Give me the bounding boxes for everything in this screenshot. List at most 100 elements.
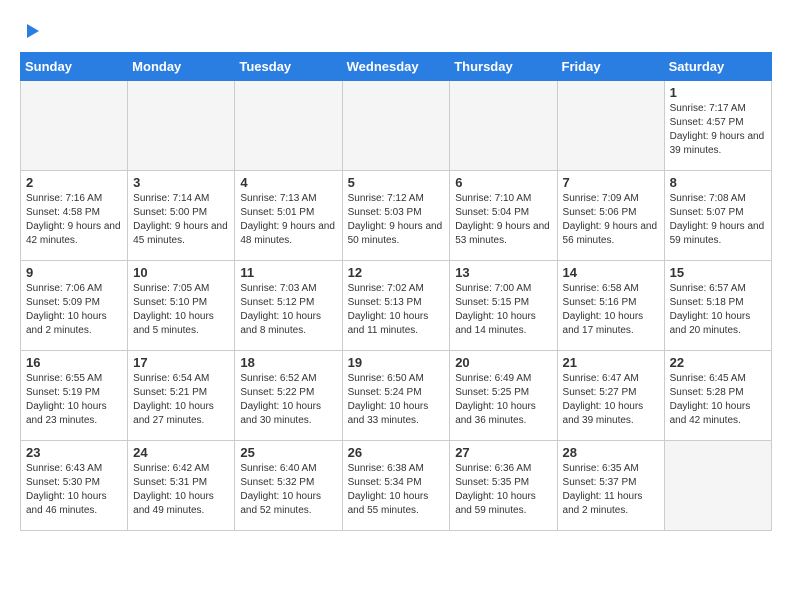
day-info: Sunrise: 7:09 AM Sunset: 5:06 PM Dayligh… [563,192,659,248]
day-number: 3 [133,175,229,190]
calendar-cell: 1Sunrise: 7:17 AM Sunset: 4:57 PM Daylig… [664,81,771,171]
day-info: Sunrise: 7:06 AM Sunset: 5:09 PM Dayligh… [26,282,122,338]
day-number: 20 [455,355,551,370]
calendar-cell: 16 Sunrise: 6:55 AM Sunset: 5:19 PM Dayli… [21,351,128,441]
calendar-cell: 17 Sunrise: 6:54 AM Sunset: 5:21 PM Dayli… [128,351,235,441]
day-number: 26 [348,445,445,460]
day-number: 18 [240,355,336,370]
calendar-cell: 21 Sunrise: 6:47 AM Sunset: 5:27 PM Dayli… [557,351,664,441]
day-number: 6 [455,175,551,190]
day-number: 5 [348,175,445,190]
day-number: 24 [133,445,229,460]
calendar-cell: 8 Sunrise: 7:08 AM Sunset: 5:07 PM Daylig… [664,171,771,261]
day-info: Sunrise: 6:35 AM Sunset: 5:37 PM Dayligh… [563,462,659,518]
day-info: Sunrise: 7:17 AM Sunset: 4:57 PM Dayligh… [670,102,766,158]
calendar-cell: 18 Sunrise: 6:52 AM Sunset: 5:22 PM Dayli… [235,351,342,441]
day-number: 17 [133,355,229,370]
header-monday: Monday [128,53,235,81]
calendar-cell: 24 Sunrise: 6:42 AM Sunset: 5:31 PM Dayli… [128,441,235,531]
calendar-cell: 2 Sunrise: 7:16 AM Sunset: 4:58 PM Daylig… [21,171,128,261]
day-number: 27 [455,445,551,460]
day-info: Sunrise: 7:03 AM Sunset: 5:12 PM Dayligh… [240,282,336,338]
day-number: 8 [670,175,766,190]
day-info: Sunrise: 7:08 AM Sunset: 5:07 PM Dayligh… [670,192,766,248]
day-info: Sunrise: 6:50 AM Sunset: 5:24 PM Dayligh… [348,372,445,428]
header-saturday: Saturday [664,53,771,81]
calendar-cell: 9Sunrise: 7:06 AM Sunset: 5:09 PM Daylig… [21,261,128,351]
header-wednesday: Wednesday [342,53,450,81]
day-number: 14 [563,265,659,280]
calendar-week-4: 23 Sunrise: 6:43 AM Sunset: 5:30 PM Dayli… [21,441,772,531]
calendar-cell [342,81,450,171]
calendar-cell: 10 Sunrise: 7:05 AM Sunset: 5:10 PM Dayli… [128,261,235,351]
day-info: Sunrise: 7:16 AM Sunset: 4:58 PM Dayligh… [26,192,122,248]
day-info: Sunrise: 6:45 AM Sunset: 5:28 PM Dayligh… [670,372,766,428]
calendar-cell: 12 Sunrise: 7:02 AM Sunset: 5:13 PM Dayli… [342,261,450,351]
calendar-cell: 4 Sunrise: 7:13 AM Sunset: 5:01 PM Daylig… [235,171,342,261]
calendar-week-2: 9Sunrise: 7:06 AM Sunset: 5:09 PM Daylig… [21,261,772,351]
day-number: 2 [26,175,122,190]
header-sunday: Sunday [21,53,128,81]
day-info: Sunrise: 7:02 AM Sunset: 5:13 PM Dayligh… [348,282,445,338]
day-info: Sunrise: 6:42 AM Sunset: 5:31 PM Dayligh… [133,462,229,518]
day-info: Sunrise: 7:05 AM Sunset: 5:10 PM Dayligh… [133,282,229,338]
day-number: 11 [240,265,336,280]
calendar-header-row: SundayMondayTuesdayWednesdayThursdayFrid… [21,53,772,81]
calendar-cell: 6 Sunrise: 7:10 AM Sunset: 5:04 PM Daylig… [450,171,557,261]
calendar-cell: 7 Sunrise: 7:09 AM Sunset: 5:06 PM Daylig… [557,171,664,261]
calendar-cell [128,81,235,171]
day-number: 4 [240,175,336,190]
day-number: 21 [563,355,659,370]
logo [20,20,43,42]
day-info: Sunrise: 6:40 AM Sunset: 5:32 PM Dayligh… [240,462,336,518]
day-info: Sunrise: 6:52 AM Sunset: 5:22 PM Dayligh… [240,372,336,428]
calendar-cell: 3Sunrise: 7:14 AM Sunset: 5:00 PM Daylig… [128,171,235,261]
day-info: Sunrise: 6:36 AM Sunset: 5:35 PM Dayligh… [455,462,551,518]
logo-icon [21,20,43,42]
header-thursday: Thursday [450,53,557,81]
day-number: 25 [240,445,336,460]
day-info: Sunrise: 6:43 AM Sunset: 5:30 PM Dayligh… [26,462,122,518]
day-info: Sunrise: 6:55 AM Sunset: 5:19 PM Dayligh… [26,372,122,428]
day-info: Sunrise: 7:10 AM Sunset: 5:04 PM Dayligh… [455,192,551,248]
calendar-cell: 28Sunrise: 6:35 AM Sunset: 5:37 PM Dayli… [557,441,664,531]
day-number: 16 [26,355,122,370]
page-header [20,20,772,42]
day-number: 13 [455,265,551,280]
day-info: Sunrise: 6:57 AM Sunset: 5:18 PM Dayligh… [670,282,766,338]
day-number: 10 [133,265,229,280]
calendar-cell: 5 Sunrise: 7:12 AM Sunset: 5:03 PM Daylig… [342,171,450,261]
day-number: 7 [563,175,659,190]
day-number: 23 [26,445,122,460]
header-tuesday: Tuesday [235,53,342,81]
calendar-cell [664,441,771,531]
day-info: Sunrise: 7:13 AM Sunset: 5:01 PM Dayligh… [240,192,336,248]
calendar-cell: 25 Sunrise: 6:40 AM Sunset: 5:32 PM Dayli… [235,441,342,531]
calendar-cell [235,81,342,171]
calendar-cell: 23 Sunrise: 6:43 AM Sunset: 5:30 PM Dayli… [21,441,128,531]
calendar-cell [450,81,557,171]
calendar-week-0: 1Sunrise: 7:17 AM Sunset: 4:57 PM Daylig… [21,81,772,171]
day-number: 22 [670,355,766,370]
day-info: Sunrise: 6:58 AM Sunset: 5:16 PM Dayligh… [563,282,659,338]
day-number: 12 [348,265,445,280]
calendar-week-3: 16 Sunrise: 6:55 AM Sunset: 5:19 PM Dayli… [21,351,772,441]
calendar-week-1: 2 Sunrise: 7:16 AM Sunset: 4:58 PM Daylig… [21,171,772,261]
day-info: Sunrise: 6:47 AM Sunset: 5:27 PM Dayligh… [563,372,659,428]
calendar-cell: 20 Sunrise: 6:49 AM Sunset: 5:25 PM Dayli… [450,351,557,441]
calendar-cell: 15Sunrise: 6:57 AM Sunset: 5:18 PM Dayli… [664,261,771,351]
day-info: Sunrise: 6:54 AM Sunset: 5:21 PM Dayligh… [133,372,229,428]
calendar-cell: 22 Sunrise: 6:45 AM Sunset: 5:28 PM Dayli… [664,351,771,441]
header-friday: Friday [557,53,664,81]
calendar-table: SundayMondayTuesdayWednesdayThursdayFrid… [20,52,772,531]
calendar-cell: 27 Sunrise: 6:36 AM Sunset: 5:35 PM Dayli… [450,441,557,531]
calendar-cell: 13Sunrise: 7:00 AM Sunset: 5:15 PM Dayli… [450,261,557,351]
calendar-cell: 11 Sunrise: 7:03 AM Sunset: 5:12 PM Dayli… [235,261,342,351]
day-number: 19 [348,355,445,370]
day-info: Sunrise: 7:12 AM Sunset: 5:03 PM Dayligh… [348,192,445,248]
day-info: Sunrise: 6:38 AM Sunset: 5:34 PM Dayligh… [348,462,445,518]
calendar-cell: 14 Sunrise: 6:58 AM Sunset: 5:16 PM Dayli… [557,261,664,351]
calendar-cell [557,81,664,171]
day-info: Sunrise: 6:49 AM Sunset: 5:25 PM Dayligh… [455,372,551,428]
calendar-cell: 19 Sunrise: 6:50 AM Sunset: 5:24 PM Dayli… [342,351,450,441]
